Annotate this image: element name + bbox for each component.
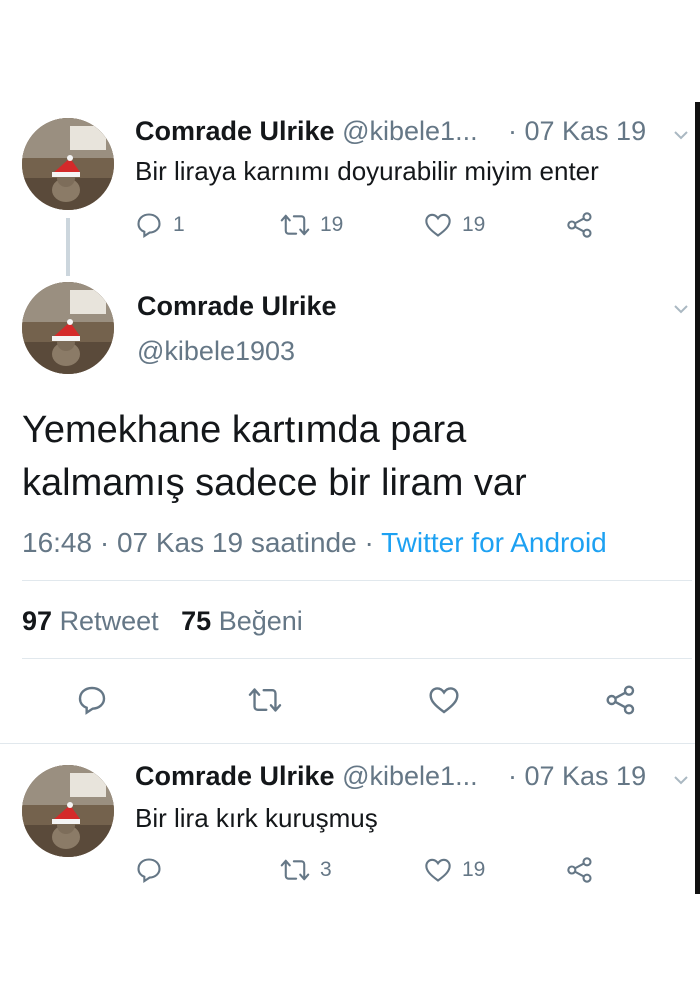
retweet-total: 97	[22, 606, 53, 636]
reply-icon	[137, 858, 161, 884]
retweet-action[interactable]: 19	[280, 211, 343, 239]
tweet-1[interactable]: Comrade Ulrike @kibele1... · 07 Kas 19 B…	[0, 0, 695, 276]
tweet-timestamp: 16:48 · 07 Kas 19 saatinde · Twitter for…	[22, 527, 607, 559]
retweet-icon	[280, 214, 310, 236]
like-count: 19	[462, 213, 486, 236]
author-name[interactable]: Comrade Ulrike	[135, 761, 335, 791]
retweet-action[interactable]	[248, 684, 282, 716]
tweet-reply[interactable]: Comrade Ulrike @kibele1... · 07 Kas 19 B…	[0, 745, 695, 905]
reply-action[interactable]: 1	[135, 211, 185, 239]
main-tweet-text: Yemekhane kartımda para kalmamış sadece …	[22, 404, 527, 510]
avatar[interactable]	[22, 118, 114, 210]
screen-edge	[695, 102, 700, 894]
retweet-count: 3	[320, 858, 332, 881]
tweet-text: Bir lira kırk kuruşmuş	[135, 803, 378, 833]
avatar[interactable]	[22, 282, 114, 374]
reply-action[interactable]	[76, 684, 108, 716]
like-label[interactable]: Beğeni	[219, 606, 303, 636]
like-count: 19	[462, 858, 486, 881]
heart-icon	[425, 213, 451, 237]
author-handle[interactable]: @kibele1...	[342, 761, 477, 791]
author-name[interactable]: Comrade Ulrike	[135, 116, 335, 146]
tweet-header: Comrade Ulrike @kibele1...	[135, 761, 478, 792]
reply-icon	[137, 213, 161, 239]
share-icon	[567, 212, 592, 238]
chevron-down-icon[interactable]	[672, 771, 690, 789]
author-name[interactable]: Comrade Ulrike	[137, 291, 337, 322]
heart-icon	[429, 687, 459, 714]
main-tweet-line-1: Yemekhane kartımda para	[22, 409, 467, 451]
retweet-icon	[280, 859, 310, 881]
retweet-count: 19	[320, 213, 344, 236]
tweet-time: 16:48 · 07 Kas 19 saatinde ·	[22, 527, 374, 558]
reply-icon	[78, 686, 106, 715]
tweet-date[interactable]: · 07 Kas 19	[508, 116, 646, 147]
share-action[interactable]	[605, 684, 637, 716]
like-total: 75	[181, 606, 212, 636]
divider	[22, 658, 692, 659]
thread-line	[66, 218, 70, 276]
share-action[interactable]	[566, 856, 594, 884]
retweet-action[interactable]: 3	[280, 856, 332, 884]
reply-count: 1	[173, 213, 185, 236]
tweet-text: Bir liraya karnımı doyurabilir miyim ent…	[135, 156, 599, 186]
like-action[interactable]	[428, 684, 460, 716]
main-tweet: Comrade Ulrike @kibele1903 Yemekhane kar…	[0, 270, 695, 744]
tweet-header: Comrade Ulrike @kibele1...	[135, 116, 478, 147]
chevron-down-icon[interactable]	[672, 126, 690, 144]
main-tweet-line-2: kalmamış sadece bir liram var	[22, 462, 527, 504]
tweet-date[interactable]: · 07 Kas 19	[508, 761, 646, 792]
heart-icon	[425, 858, 451, 882]
client-link[interactable]: Twitter for Android	[381, 527, 607, 558]
retweet-icon	[248, 688, 282, 712]
retweet-label[interactable]: Retweet	[60, 606, 159, 636]
like-action[interactable]: 19	[424, 856, 485, 884]
author-handle[interactable]: @kibele1...	[342, 116, 477, 146]
author-handle[interactable]: @kibele1903	[137, 336, 295, 367]
share-icon	[606, 685, 635, 715]
divider	[22, 580, 692, 581]
avatar[interactable]	[22, 765, 114, 857]
reply-action[interactable]	[135, 856, 173, 884]
share-icon	[567, 857, 592, 883]
share-action[interactable]	[566, 211, 594, 239]
divider	[0, 743, 695, 744]
tweet-stats: 97 Retweet 75 Beğeni	[22, 606, 303, 637]
chevron-down-icon[interactable]	[672, 300, 690, 318]
like-action[interactable]: 19	[424, 211, 485, 239]
